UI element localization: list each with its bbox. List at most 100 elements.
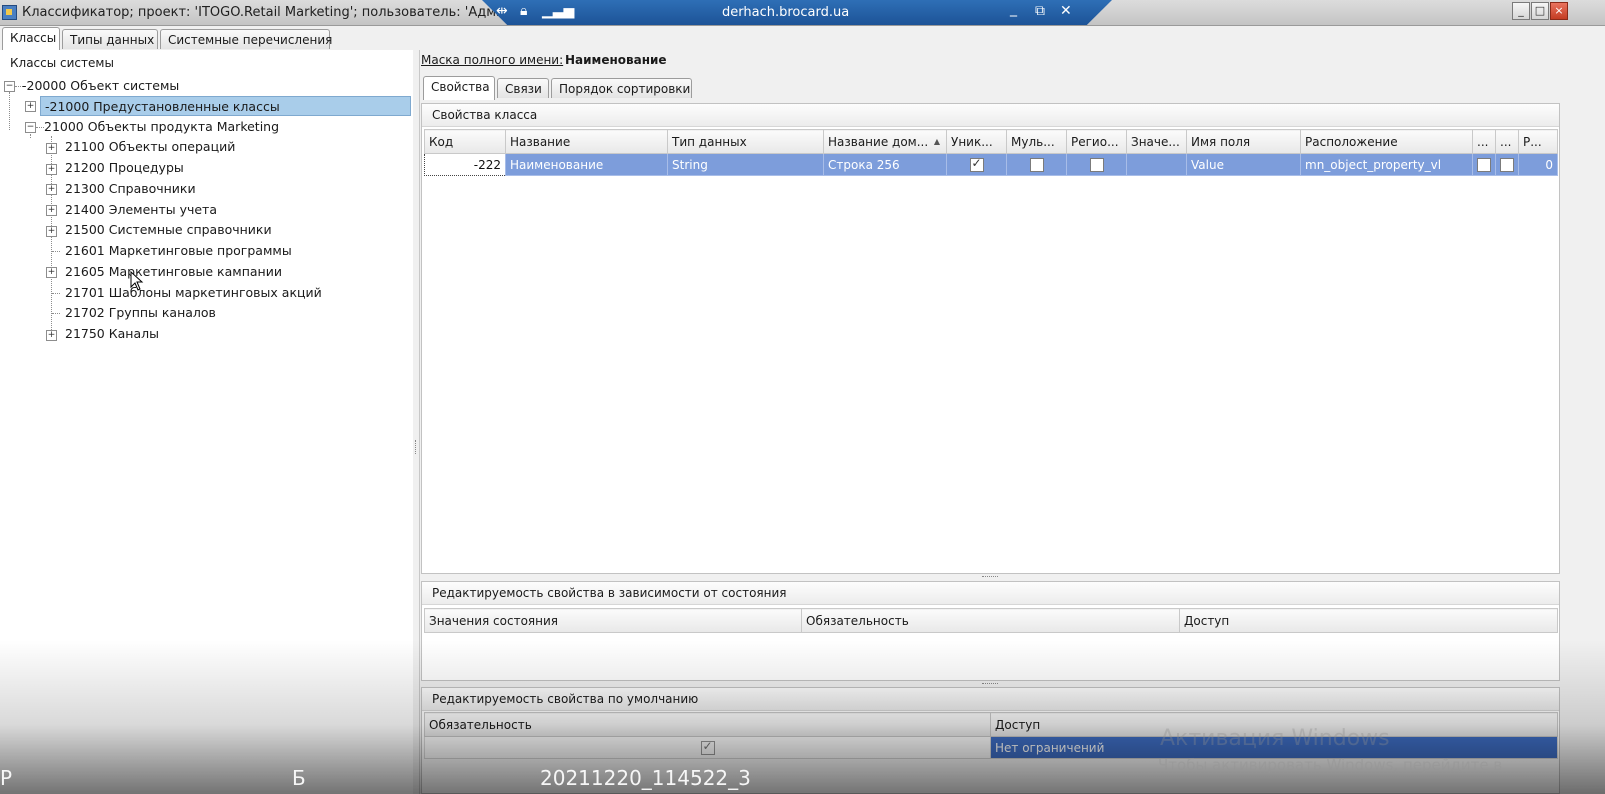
col-header-multi[interactable]: Муль... xyxy=(1006,129,1067,154)
col-header-location[interactable]: Расположение xyxy=(1300,129,1473,154)
tree-item-21000-preset[interactable]: -21000 Предустановленные классы xyxy=(40,96,411,116)
col-header-unique[interactable]: Уник... xyxy=(946,129,1007,154)
cell-data-type[interactable]: String xyxy=(667,153,824,176)
collapse-icon[interactable]: − xyxy=(25,122,36,133)
tab-properties[interactable]: Свойства xyxy=(423,76,495,100)
col-header-extra1[interactable]: ... xyxy=(1472,129,1496,154)
class-details-panel: Маска полного имени: Наименование Свойст… xyxy=(420,50,1605,794)
sort-asc-icon: ▲ xyxy=(933,137,940,146)
app-icon xyxy=(2,5,17,20)
tab-data-types[interactable]: Типы данных xyxy=(62,29,158,49)
required-checkbox[interactable] xyxy=(700,739,715,755)
state-editability-group: Редактируемость свойства в зависимости о… xyxy=(421,581,1560,681)
cell-unique[interactable] xyxy=(946,153,1007,176)
extra1-checkbox[interactable] xyxy=(1477,157,1491,172)
tab-sort-order[interactable]: Порядок сортировки xyxy=(551,78,692,98)
tree-item-21601[interactable]: 21601 Маркетинговые программы xyxy=(65,241,292,261)
expand-icon[interactable]: + xyxy=(46,184,57,195)
cell-domain-name[interactable]: Строка 256 xyxy=(823,153,947,176)
multi-checkbox[interactable] xyxy=(1029,157,1044,172)
col-header-required[interactable]: Обязательность xyxy=(424,712,991,737)
col-header-value[interactable]: Значе... xyxy=(1126,129,1187,154)
col-header-required[interactable]: Обязательность xyxy=(801,608,1180,633)
default-editability-caption: Редактируемость свойства по умолчанию xyxy=(422,688,1559,711)
top-tab-strip: Классы Типы данных Системные перечислени… xyxy=(0,26,1605,51)
expand-icon[interactable]: + xyxy=(46,205,57,216)
tree-item-21701[interactable]: 21701 Шаблоны маркетинговых акций xyxy=(65,283,322,303)
tree-item-21750[interactable]: 21750 Каналы xyxy=(65,324,159,344)
tab-classes[interactable]: Классы xyxy=(2,27,60,50)
cell-extra1[interactable] xyxy=(1472,153,1496,176)
expand-icon[interactable]: + xyxy=(46,226,57,237)
tree-item-21400[interactable]: 21400 Элементы учета xyxy=(65,200,217,220)
col-header-data-type[interactable]: Тип данных xyxy=(667,129,824,154)
regional-checkbox[interactable] xyxy=(1089,157,1104,172)
extra2-checkbox[interactable] xyxy=(1500,157,1514,172)
rd-close-button[interactable]: ✕ xyxy=(1060,3,1072,19)
tree-item-21200[interactable]: 21200 Процедуры xyxy=(65,158,184,178)
collapse-icon[interactable]: − xyxy=(4,81,15,92)
state-editability-table: Значения состояния Обязательность Доступ xyxy=(424,608,1558,633)
cell-required[interactable] xyxy=(424,736,991,759)
col-header-extra3[interactable]: Р... xyxy=(1518,129,1558,154)
activation-watermark-title: Активация Windows xyxy=(1160,726,1390,751)
cell-regional[interactable] xyxy=(1066,153,1127,176)
unique-checkbox[interactable] xyxy=(969,156,984,172)
expand-icon[interactable]: + xyxy=(46,164,57,175)
class-tree-panel: Классы системы − -20000 Объект системы -… xyxy=(0,50,414,794)
table-header-row: Код Название Тип данных Название дом... ▲… xyxy=(424,129,1558,154)
tree-connector xyxy=(30,134,31,138)
table-header-row: Значения состояния Обязательность Доступ xyxy=(424,608,1558,633)
tree-item-21000-marketing[interactable]: 21000 Объекты продукта Marketing xyxy=(44,117,279,137)
expand-icon[interactable]: + xyxy=(46,330,57,341)
expand-icon[interactable]: + xyxy=(25,101,36,112)
tree-item-label: -21000 Предустановленные классы xyxy=(45,99,280,114)
minimize-button[interactable]: _ xyxy=(1512,2,1530,20)
rd-restore-button[interactable]: ⧉ xyxy=(1035,3,1045,19)
cell-extra3[interactable]: 0 xyxy=(1518,153,1558,176)
tree-item-21702[interactable]: 21702 Группы каналов xyxy=(65,303,216,323)
cell-extra2[interactable] xyxy=(1495,153,1519,176)
tree-item-21605[interactable]: 21605 Маркетинговые кампании xyxy=(65,262,282,282)
expand-icon[interactable]: + xyxy=(46,267,57,278)
col-header-state-values[interactable]: Значения состояния xyxy=(424,608,802,633)
tree-item-20000[interactable]: -20000 Объект системы xyxy=(22,76,179,96)
col-header-name[interactable]: Название xyxy=(505,129,668,154)
activation-watermark-text: Чтобы активировать Windows, перейдите в xyxy=(1158,756,1503,774)
tab-relations[interactable]: Связи xyxy=(497,78,549,98)
tab-system-enums[interactable]: Системные перечисления xyxy=(160,29,332,49)
tree-item-21500[interactable]: 21500 Системные справочники xyxy=(65,220,272,240)
remote-desktop-bar: ⇹ 🔒︎ ▁▃▅ derhach.brocard.ua _ ⧉ ✕ xyxy=(482,0,1112,25)
col-header-code[interactable]: Код xyxy=(424,129,506,154)
tree-caption: Классы системы xyxy=(10,56,114,70)
cell-location[interactable]: mn_object_property_vl xyxy=(1300,153,1473,176)
tree-item-21300[interactable]: 21300 Справочники xyxy=(65,179,196,199)
state-editability-caption: Редактируемость свойства в зависимости о… xyxy=(422,582,1559,605)
subtitle-fragment: Б xyxy=(292,766,306,790)
rd-minimize-button[interactable]: _ xyxy=(1010,1,1017,17)
expand-icon[interactable]: + xyxy=(46,143,57,154)
window-titlebar: Классификатор; проект: 'ITOGO.Retail Mar… xyxy=(0,0,1605,26)
subtitle-fragment: 20211220_114522_3 xyxy=(540,766,751,790)
signal-icon: ▁▃▅ xyxy=(542,3,575,19)
cell-field-name[interactable]: Value xyxy=(1186,153,1301,176)
col-header-domain-name[interactable]: Название дом... ▲ xyxy=(823,129,947,154)
col-header-access[interactable]: Доступ xyxy=(1179,608,1558,633)
close-button[interactable]: × xyxy=(1550,2,1568,20)
vertical-splitter[interactable] xyxy=(413,50,420,794)
horizontal-splitter[interactable] xyxy=(420,574,1605,580)
cell-code[interactable]: -222 xyxy=(424,153,506,176)
col-header-regional[interactable]: Регио... xyxy=(1066,129,1127,154)
cell-value[interactable] xyxy=(1126,153,1187,176)
table-row[interactable]: -222 Наименование String Строка 256 Valu… xyxy=(424,153,1558,176)
col-header-extra2[interactable]: ... xyxy=(1495,129,1519,154)
tree-item-21100[interactable]: 21100 Объекты операций xyxy=(65,137,235,157)
mask-label[interactable]: Маска полного имени: xyxy=(421,53,563,67)
maximize-button[interactable]: □ xyxy=(1531,2,1549,20)
class-properties-table: Код Название Тип данных Название дом... ▲… xyxy=(424,129,1558,176)
cell-multi[interactable] xyxy=(1006,153,1067,176)
cell-name[interactable]: Наименование xyxy=(505,153,668,176)
class-properties-group: Свойства класса Код Название Тип данных … xyxy=(421,103,1560,574)
col-header-field-name[interactable]: Имя поля xyxy=(1186,129,1301,154)
mask-value: Наименование xyxy=(565,53,667,67)
